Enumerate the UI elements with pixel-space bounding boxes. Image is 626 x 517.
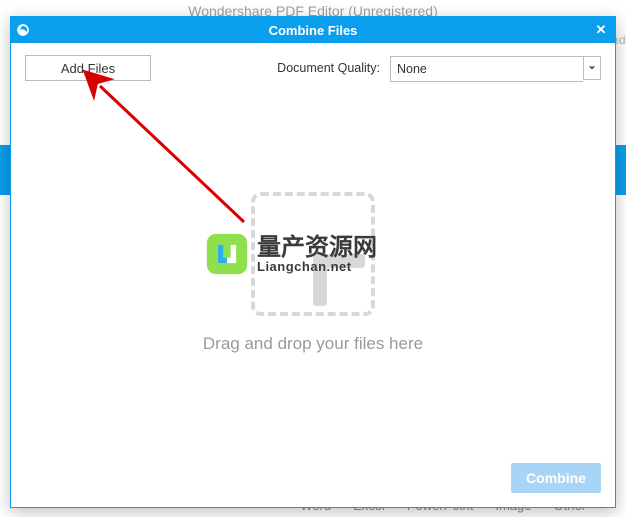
combine-files-dialog: Combine Files ✕ Add Files Document Quali… — [10, 16, 616, 508]
document-quality-value: None — [390, 56, 583, 82]
dialog-footer: Combine — [25, 453, 601, 493]
dialog-top-row: Add Files Document Quality: None — [25, 55, 601, 81]
close-button[interactable]: ✕ — [589, 19, 613, 41]
dialog-title: Combine Files — [11, 23, 615, 38]
dialog-body: Add Files Document Quality: None Drag an… — [11, 43, 615, 507]
close-icon: ✕ — [596, 22, 607, 38]
combine-button[interactable]: Combine — [511, 463, 601, 493]
drop-placeholder-icon — [251, 192, 375, 316]
app-logo-icon — [11, 23, 35, 37]
document-quality-dropdown-arrow[interactable] — [583, 56, 601, 80]
drop-area-text: Drag and drop your files here — [203, 334, 423, 354]
drop-area[interactable]: Drag and drop your files here — [25, 93, 601, 453]
document-quality-label: Document Quality: — [277, 61, 380, 75]
add-files-button[interactable]: Add Files — [25, 55, 151, 81]
dialog-titlebar[interactable]: Combine Files ✕ — [11, 17, 615, 43]
chevron-down-icon — [588, 59, 596, 77]
document-quality-select[interactable]: None — [390, 56, 601, 80]
